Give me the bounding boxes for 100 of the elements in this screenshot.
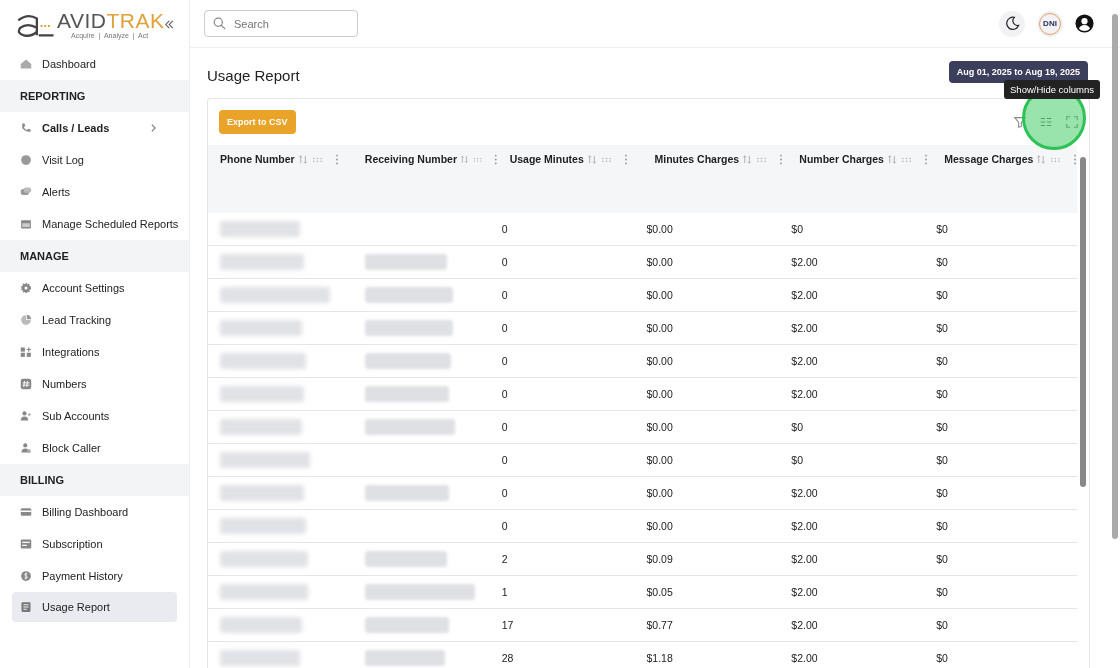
table-cell: $2.00 [791, 355, 818, 367]
section-heading: REPORTING [0, 80, 189, 112]
users-icon [20, 410, 32, 422]
table-cell: 0 [501, 520, 508, 532]
sidebar-item[interactable]: Visit Log [0, 144, 177, 176]
table-cell: $0.00 [646, 322, 673, 334]
table-cell: 0 [501, 454, 508, 466]
column-header[interactable]: Minutes Charges [642, 145, 788, 213]
home-icon [20, 58, 32, 70]
table-cell: $1.18 [646, 652, 673, 664]
column-header[interactable]: Phone Number [208, 145, 353, 213]
table-cell: $0 [936, 256, 948, 268]
table-cell: $0.00 [646, 388, 673, 400]
table-cell: $0.77 [646, 619, 673, 631]
column-menu-icon[interactable] [923, 153, 928, 165]
column-menu-icon[interactable] [494, 153, 498, 165]
sort-icon[interactable] [460, 153, 470, 165]
table-cell: 0 [501, 487, 508, 499]
column-menu-icon[interactable] [623, 153, 628, 165]
tooltip: Show/Hide columns [1004, 80, 1100, 99]
table-cell: $0.00 [646, 487, 673, 499]
sidebar-item[interactable]: Usage Report [12, 592, 177, 622]
table-cell: $0 [936, 454, 948, 466]
column-header[interactable]: Message Charges [932, 145, 1077, 213]
table-cell: $0 [936, 553, 948, 565]
column-menu-icon[interactable] [779, 153, 784, 165]
table-cell: 0 [501, 289, 508, 301]
table-cell: $0 [936, 619, 948, 631]
table-cell: $0.00 [646, 355, 673, 367]
table-cell: $2.00 [791, 553, 818, 565]
page-scrollbar[interactable] [1112, 14, 1118, 539]
fullscreen-icon[interactable] [1065, 115, 1079, 129]
sidebar-item[interactable]: Account Settings [0, 272, 177, 304]
sidebar-item[interactable]: Billing Dashboard [0, 496, 177, 528]
gear-icon [20, 282, 32, 294]
moon-icon [1004, 16, 1020, 31]
table-cell: $2.00 [791, 289, 818, 301]
sort-icon[interactable] [297, 153, 309, 165]
section-heading: MANAGE [0, 240, 189, 272]
sidebar-item[interactable]: Manage Scheduled Reports [0, 208, 177, 240]
sidebar-item[interactable]: Sub Accounts [0, 400, 177, 432]
account-icon[interactable] [1075, 14, 1094, 33]
table-cell: 17 [501, 619, 514, 631]
theme-toggle-button[interactable] [999, 10, 1025, 37]
table-cell: $0 [936, 289, 948, 301]
sidebar-item[interactable]: Numbers [0, 368, 177, 400]
sort-icon[interactable] [1036, 153, 1048, 165]
table-cell: $0 [936, 487, 948, 499]
table-cell: $2.00 [791, 256, 818, 268]
table-cell: $0.00 [646, 223, 673, 235]
table-cell: 0 [501, 322, 508, 334]
sidebar-item[interactable]: Dashboard [0, 48, 177, 80]
table-cell: $0 [791, 223, 803, 235]
dni-button[interactable]: DNI [1037, 10, 1063, 37]
table-scrollbar[interactable] [1080, 157, 1086, 487]
sidebar-item[interactable]: Integrations [0, 336, 177, 368]
sidebar-item[interactable]: Payment History [0, 560, 177, 592]
table-cell: $2.00 [791, 586, 818, 598]
column-menu-icon[interactable] [334, 153, 339, 165]
search-icon [213, 17, 226, 30]
sidebar-item[interactable]: Calls / Leads [0, 112, 177, 144]
column-header[interactable]: Receiving Number [352, 145, 498, 213]
table-cell: 28 [501, 652, 514, 664]
table-cell: 0 [501, 421, 508, 433]
collapse-icon[interactable] [164, 18, 175, 30]
table-cell: $0.00 [646, 454, 673, 466]
card-icon [20, 506, 32, 518]
table-cell: $2.00 [791, 322, 818, 334]
pie-icon [20, 314, 32, 326]
table-cell: 2 [501, 553, 508, 565]
doc-icon [20, 601, 32, 613]
table-cell: $0 [936, 586, 948, 598]
table-cell: $0.00 [646, 256, 673, 268]
table-cell: $2.00 [791, 652, 818, 664]
columns-icon[interactable] [1039, 115, 1053, 129]
hash-icon [20, 378, 32, 390]
search-field[interactable]: Search [204, 10, 358, 37]
table-cell: $2.00 [791, 619, 818, 631]
column-header[interactable]: Usage Minutes [497, 145, 643, 213]
table-cell: $0 [936, 355, 948, 367]
table-cell: $0 [936, 223, 948, 235]
table-cell: $2.00 [791, 520, 818, 532]
column-header[interactable]: Number Charges [787, 145, 933, 213]
date-range-badge[interactable]: Aug 01, 2025 to Aug 19, 2025 [948, 60, 1088, 83]
sidebar-item[interactable]: Block Caller [0, 432, 177, 464]
sort-icon[interactable] [886, 153, 898, 165]
filter-icon[interactable] [1013, 115, 1027, 129]
sidebar-item[interactable]: Lead Tracking [0, 304, 177, 336]
sidebar-item[interactable]: Alerts [0, 176, 177, 208]
table-cell: $0 [791, 454, 803, 466]
table-cell: 0 [501, 355, 508, 367]
chat-icon [20, 186, 32, 198]
table-cell: 0 [501, 256, 508, 268]
table-cell: 0 [501, 388, 508, 400]
sort-icon[interactable] [742, 153, 754, 165]
sidebar-item[interactable]: Subscription [0, 528, 177, 560]
sort-icon[interactable] [586, 153, 598, 165]
table-cell: $2.00 [791, 388, 818, 400]
table-cell: $0.00 [646, 520, 673, 532]
table-cell: $0 [936, 520, 948, 532]
